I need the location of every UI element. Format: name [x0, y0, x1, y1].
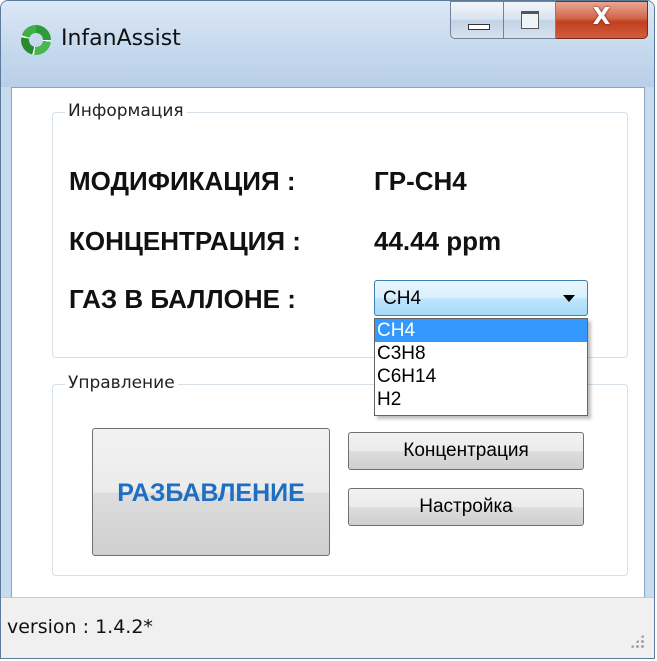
- concentration-button[interactable]: Концентрация: [348, 432, 584, 470]
- client-area: Информация МОДИФИКАЦИЯ : ГР-СН4 КОНЦЕНТР…: [11, 87, 645, 599]
- gas-option-h2[interactable]: H2: [375, 388, 587, 411]
- chevron-down-icon[interactable]: [563, 295, 575, 302]
- app-logo-icon: [21, 25, 51, 55]
- modification-value: ГР-СН4: [374, 166, 467, 196]
- gas-label: ГАЗ В БАЛЛОНЕ :: [69, 284, 296, 314]
- app-window: InfanAssist X Информация МОДИФИКАЦИЯ : Г…: [0, 0, 655, 659]
- close-icon: X: [592, 4, 611, 30]
- title-bar[interactable]: InfanAssist X: [1, 1, 654, 87]
- resize-grip-icon[interactable]: [630, 634, 644, 648]
- info-group-label: Информация: [65, 101, 187, 121]
- gas-dropdown-list: CH4 C3H8 C6H14 H2: [374, 318, 588, 416]
- minimize-icon: [468, 24, 490, 30]
- maximize-button[interactable]: [504, 1, 556, 39]
- control-group-label: Управление: [65, 373, 178, 393]
- gas-combobox[interactable]: CH4: [374, 280, 588, 316]
- minimize-button[interactable]: [450, 1, 504, 39]
- status-bar: version : 1.4.2*: [1, 597, 654, 658]
- maximize-icon: [521, 11, 539, 29]
- close-button[interactable]: X: [556, 1, 648, 39]
- caption-buttons: X: [450, 1, 648, 41]
- gas-option-c6h14[interactable]: C6H14: [375, 365, 587, 388]
- gas-combobox-value: CH4: [383, 288, 422, 309]
- version-label: version : 1.4.2*: [7, 616, 153, 638]
- gas-option-c3h8[interactable]: C3H8: [375, 342, 587, 365]
- dilute-button[interactable]: РАЗБАВЛЕНИЕ: [92, 428, 330, 556]
- setup-button[interactable]: Настройка: [348, 488, 584, 526]
- gas-option-ch4[interactable]: CH4: [375, 319, 587, 342]
- concentration-value: 44.44 ppm: [374, 226, 502, 256]
- concentration-label: КОНЦЕНТРАЦИЯ :: [69, 226, 301, 256]
- window-title: InfanAssist: [61, 26, 181, 51]
- modification-label: МОДИФИКАЦИЯ :: [69, 166, 296, 196]
